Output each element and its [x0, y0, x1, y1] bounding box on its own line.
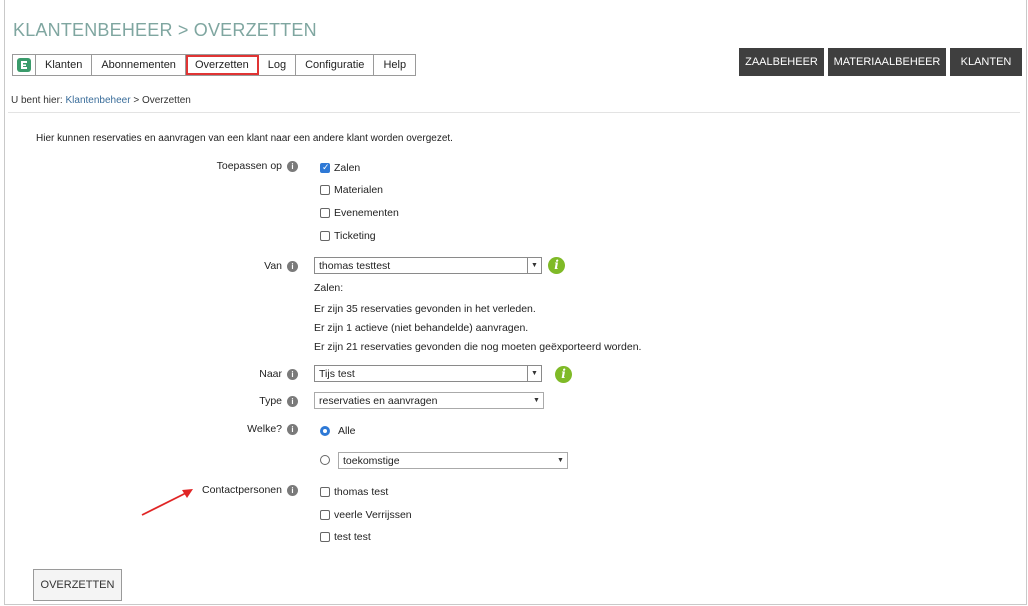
radio-toekomstige[interactable] [320, 455, 330, 465]
naar-select-value: Tijs test [319, 368, 355, 380]
welke-select[interactable]: toekomstige ▼ [338, 452, 568, 469]
type-label: Type i [259, 395, 298, 407]
checkbox-evenementen[interactable]: Evenementen [320, 207, 399, 219]
naar-select[interactable]: Tijs test ▼ [314, 365, 542, 382]
van-label: Van i [264, 260, 298, 272]
contactpersonen-label: Contactpersonen i [202, 484, 298, 496]
main-menu: Klanten Abonnementen Overzetten Log Conf… [12, 54, 417, 76]
info-icon[interactable]: i [287, 423, 298, 435]
menu-item-help[interactable]: Help [374, 55, 415, 75]
van-info-line: Er zijn 35 reservaties gevonden in het v… [314, 303, 536, 315]
checkbox-ticketing-box[interactable] [320, 231, 330, 241]
checkbox-contact-box[interactable] [320, 532, 330, 542]
checkbox-contact[interactable]: veerle Verrijssen [320, 509, 412, 521]
breadcrumb: U bent hier: Klantenbeheer > Overzetten [11, 95, 191, 106]
checkbox-ticketing-label: Ticketing [334, 230, 376, 242]
checkbox-evenementen-box[interactable] [320, 208, 330, 218]
chevron-down-icon[interactable]: ▼ [527, 366, 541, 381]
van-info-line: Er zijn 21 reservaties gevonden die nog … [314, 341, 642, 353]
checkbox-contact-label: thomas test [334, 486, 389, 498]
checkbox-zalen-label: Zalen [334, 162, 361, 174]
naar-label-text: Naar [259, 368, 282, 380]
checkbox-contact-box[interactable] [320, 487, 330, 497]
welke-label: Welke? i [247, 423, 298, 435]
info-icon[interactable]: i [287, 395, 298, 407]
toepassen-label: Toepassen op i [217, 160, 298, 172]
menu-item-abonnementen[interactable]: Abonnementen [92, 55, 186, 75]
contactpersonen-label-text: Contactpersonen [202, 484, 282, 496]
intro-text: Hier kunnen reservaties en aanvragen van… [36, 133, 453, 144]
menu-item-log[interactable]: Log [259, 55, 297, 75]
checkbox-contact-label: test test [334, 531, 371, 543]
checkbox-materialen-box[interactable] [320, 185, 330, 195]
divider [8, 112, 1020, 113]
menu-item-configuratie[interactable]: Configuratie [296, 55, 375, 75]
breadcrumb-prefix: U bent hier: [11, 95, 63, 106]
van-label-text: Van [264, 260, 282, 272]
type-label-text: Type [259, 395, 282, 407]
welke-select-value: toekomstige [343, 455, 400, 467]
type-select[interactable]: reservaties en aanvragen ▼ [314, 392, 544, 409]
van-info-line: Zalen: [314, 282, 344, 294]
naar-info-icon[interactable]: i [555, 366, 572, 383]
checkbox-materialen[interactable]: Materialen [320, 184, 383, 196]
info-icon[interactable]: i [287, 160, 298, 172]
welke-label-text: Welke? [247, 423, 282, 435]
radio-alle[interactable]: Alle [320, 425, 356, 437]
checkbox-materialen-label: Materialen [334, 184, 384, 196]
van-info-icon[interactable]: i [548, 257, 565, 274]
app-logo-icon[interactable] [13, 55, 36, 75]
type-select-value: reservaties en aanvragen [319, 395, 438, 407]
toepassen-label-text: Toepassen op [216, 160, 282, 172]
checkbox-contact-label: veerle Verrijssen [334, 509, 412, 521]
materiaalbeheer-button[interactable]: MATERIAALBEHEER [828, 48, 946, 76]
menu-item-klanten[interactable]: Klanten [36, 55, 93, 75]
info-icon[interactable]: i [287, 260, 298, 272]
breadcrumb-current: Overzetten [141, 95, 191, 106]
radio-alle-label: Alle [338, 425, 356, 437]
van-select[interactable]: thomas testtest ▼ [314, 257, 542, 274]
overzetten-submit-button[interactable]: OVERZETTEN [33, 569, 122, 601]
annotation-arrow-icon [141, 489, 193, 516]
breadcrumb-separator: > [133, 95, 140, 106]
chevron-down-icon[interactable]: ▼ [527, 258, 541, 273]
checkbox-evenementen-label: Evenementen [334, 207, 399, 219]
van-select-value: thomas testtest [319, 260, 391, 272]
chevron-down-icon[interactable]: ▼ [554, 453, 567, 468]
page-title: KLANTENBEHEER > OVERZETTEN [13, 20, 317, 40]
radio-toekomstige-button[interactable] [320, 455, 330, 465]
info-icon[interactable]: i [287, 368, 298, 380]
info-icon[interactable]: i [287, 484, 298, 496]
naar-label: Naar i [259, 368, 298, 380]
breadcrumb-link-klantenbeheer[interactable]: Klantenbeheer [65, 95, 130, 106]
checkbox-ticketing[interactable]: Ticketing [320, 230, 376, 242]
radio-alle-button[interactable] [320, 426, 330, 436]
zaalbeheer-button[interactable]: ZAALBEHEER [739, 48, 824, 76]
menu-item-overzetten[interactable]: Overzetten [185, 55, 259, 75]
checkbox-zalen-box[interactable] [320, 162, 330, 173]
checkbox-contact-box[interactable] [320, 510, 330, 520]
chevron-down-icon[interactable]: ▼ [530, 393, 543, 408]
klanten-button[interactable]: KLANTEN [950, 48, 1022, 76]
checkbox-zalen[interactable]: Zalen [320, 162, 360, 174]
checkbox-contact[interactable]: test test [320, 531, 371, 543]
van-info-line: Er zijn 1 actieve (niet behandelde) aanv… [314, 322, 529, 334]
checkbox-contact[interactable]: thomas test [320, 486, 388, 498]
